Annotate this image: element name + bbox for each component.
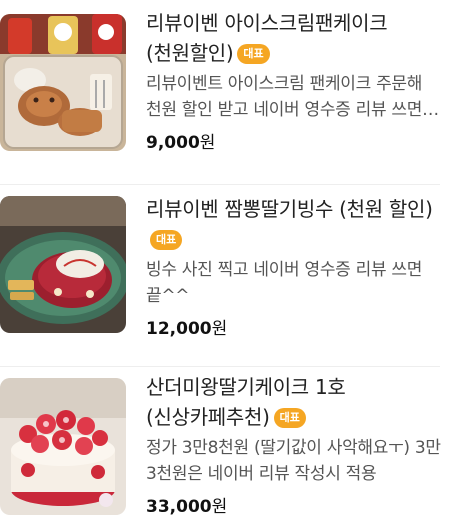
menu-item-title: 리뷰이벤 짬뽕딸기빙수 (천원 할인) 대표 [146,194,442,254]
signature-badge: 대표 [273,408,306,428]
menu-item-photo [0,196,126,333]
menu-item-photo [0,378,126,515]
signature-badge: 대표 [150,230,183,250]
menu-item-text: 산더미왕딸기케이크 1호(신상카페추천) 대표 정가 3만8천원 (딸기값이 사악… [146,372,442,519]
menu-item-description: 정가 3만8천원 (딸기값이 사악해요ㅜ) 3만3천원은 네이버 리뷰 작성시 … [146,438,441,484]
menu-item-title-text: 산더미왕딸기케이크 1호(신상카페추천) [146,375,346,429]
price-amount: 33,000 [146,497,212,517]
menu-item-price: 33,000원 [146,495,442,519]
menu-list: 리뷰이벤 아이스크림팬케이크(천원할인) 대표 리뷰이벤트 아이스크림 팬케이크 … [0,0,457,527]
strawberry-bingsu-photo-icon [0,196,126,333]
strawberry-cake-photo-icon [0,378,126,515]
menu-item[interactable]: 리뷰이벤 짬뽕딸기빙수 (천원 할인) 대표 빙수 사진 찍고 네이버 영수증 리… [0,184,457,366]
menu-item-photo [0,14,126,151]
menu-item-text: 리뷰이벤 짬뽕딸기빙수 (천원 할인) 대표 빙수 사진 찍고 네이버 영수증 리… [146,194,442,341]
menu-item-description: 리뷰이벤트 아이스크림 팬케이크 주문해 천원 할인 받고 네이버 영수증 리뷰… [146,74,423,120]
menu-item-title-text: 리뷰이벤 짬뽕딸기빙수 (천원 할인) [146,197,433,221]
menu-item[interactable]: 산더미왕딸기케이크 1호(신상카페추천) 대표 정가 3만8천원 (딸기값이 사악… [0,366,457,527]
menu-item-price: 9,000원 [146,131,442,155]
signature-badge: 대표 [237,44,270,64]
price-currency: 원 [199,133,216,153]
menu-item-title: 리뷰이벤 아이스크림팬케이크(천원할인) 대표 [146,8,442,68]
price-amount: 9,000 [146,133,200,153]
pancake-photo-icon [0,14,126,151]
menu-item-text: 리뷰이벤 아이스크림팬케이크(천원할인) 대표 리뷰이벤트 아이스크림 팬케이크 … [146,8,442,155]
price-currency: 원 [211,497,228,517]
menu-item-description: 빙수 사진 찍고 네이버 영수증 리뷰 쓰면 끝^^ [146,260,423,306]
menu-item-title: 산더미왕딸기케이크 1호(신상카페추천) 대표 [146,372,442,432]
price-amount: 12,000 [146,319,212,339]
price-currency: 원 [211,319,228,339]
menu-item-price: 12,000원 [146,317,442,341]
menu-item[interactable]: 리뷰이벤 아이스크림팬케이크(천원할인) 대표 리뷰이벤트 아이스크림 팬케이크 … [0,11,457,184]
